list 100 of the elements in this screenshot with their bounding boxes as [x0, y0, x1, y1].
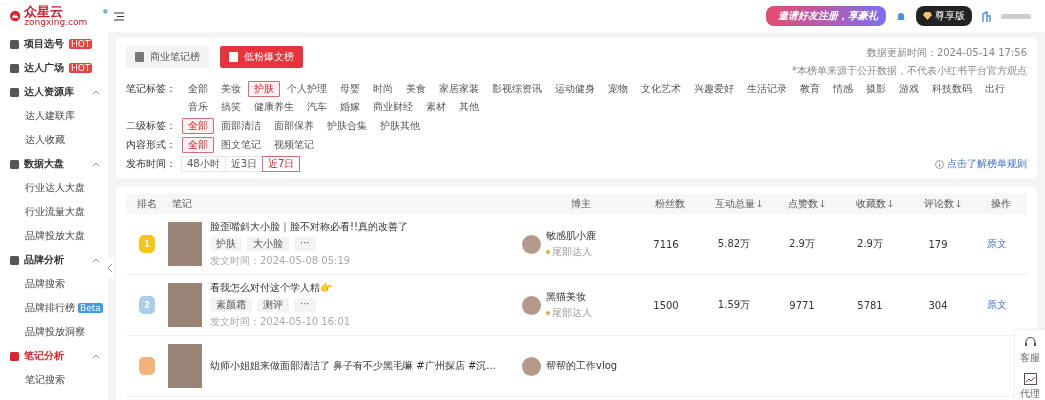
filter-option[interactable]: 婚嫁 [334, 99, 366, 115]
column-header[interactable]: 评论数 [923, 197, 961, 211]
vip-button[interactable]: 尊享版 [916, 6, 972, 26]
filter-option[interactable]: 素材 [420, 99, 452, 115]
menu-icon[interactable] [114, 11, 124, 21]
filter-option[interactable]: 时尚 [367, 81, 399, 97]
filter-option[interactable]: 护肤其他 [374, 118, 426, 134]
hot-badge: HOT [69, 39, 93, 49]
disclaimer-text: *本榜单来源于公开数据，不代表小红书平台官方观点 [792, 64, 1027, 78]
filter-option[interactable]: 家居家装 [433, 81, 485, 97]
filter-option[interactable]: 48小时 [181, 156, 226, 172]
column-header[interactable]: 排名 [137, 197, 157, 211]
sidebar-subitem[interactable]: 品牌排行榜 [25, 301, 75, 315]
column-header[interactable]: 操作 [991, 197, 1011, 211]
filter-option[interactable]: 个人护理 [281, 81, 333, 97]
filter-option[interactable]: 母婴 [334, 81, 366, 97]
source-link[interactable]: 原文 [987, 237, 1007, 251]
note-title[interactable]: 幼师小姐姐来做面部清洁了 鼻子有不少黑毛嘛 #广州探店 #沉... [210, 359, 496, 373]
note-title[interactable]: 看我怎么对付这个学人精👉 [210, 281, 332, 295]
column-header[interactable]: 博主 [571, 197, 591, 211]
filter-option[interactable]: 运动健身 [549, 81, 601, 97]
building-icon[interactable] [982, 10, 991, 22]
diamond-icon [923, 12, 932, 20]
column-header[interactable]: 收藏数 [855, 197, 893, 211]
logo-name: 众星云 [24, 5, 64, 18]
filter-option[interactable]: 游戏 [893, 81, 925, 97]
column-header[interactable]: 粉丝数 [655, 197, 685, 211]
filter-option[interactable]: 汽车 [301, 99, 333, 115]
menu-item-icon [10, 87, 19, 97]
sidebar-subitem[interactable]: 行业达人大盘 [25, 181, 85, 195]
chart-icon[interactable] [1023, 373, 1037, 385]
sidebar-subitem[interactable]: 品牌投放洞察 [25, 325, 85, 339]
sidebar-item[interactable]: 达人资源库 [0, 80, 108, 104]
sidebar-subitem[interactable]: 达人收藏 [25, 133, 65, 147]
sort-icon[interactable] [887, 200, 893, 208]
filter-option[interactable]: 商业财经 [367, 99, 419, 115]
filter-option[interactable]: 视频笔记 [268, 137, 320, 153]
bell-icon[interactable] [896, 10, 906, 22]
filter-option[interactable]: 生活记录 [741, 81, 793, 97]
filter-option[interactable]: 美妆 [215, 81, 247, 97]
collapse-icon[interactable] [106, 258, 114, 278]
filter-option[interactable]: 全部 [182, 118, 214, 134]
float-label[interactable]: 代理 [1020, 387, 1040, 400]
blogger-name[interactable]: 敏感肌小鹿 [546, 229, 596, 243]
sidebar-subitem[interactable]: 行业流量大盘 [25, 205, 85, 219]
filter-option[interactable]: 护肤合集 [321, 118, 373, 134]
filter-option[interactable]: 近7日 [262, 156, 301, 172]
sidebar-subitem[interactable]: 达人建联库 [25, 109, 75, 123]
filter-option[interactable]: 其他 [453, 99, 485, 115]
blogger-name[interactable]: 帮帮的工作vlog [546, 359, 618, 373]
sidebar-subitem[interactable]: 品牌搜索 [25, 277, 65, 291]
filter-option[interactable]: 情感 [827, 81, 859, 97]
note-tag: 素颜霜 [210, 298, 252, 312]
filter-option[interactable]: 影视综资讯 [486, 81, 548, 97]
filter-option[interactable]: 全部 [182, 81, 214, 97]
filter-option[interactable]: 音乐 [182, 99, 214, 115]
filter-option[interactable]: 搞笑 [215, 99, 247, 115]
sidebar-item[interactable]: 项目选号 HOT [0, 32, 108, 56]
tab-icon [229, 52, 238, 62]
column-header[interactable]: 互动总量 [714, 197, 762, 211]
board-tab[interactable]: 商业笔记榜 [126, 46, 209, 68]
filter-option[interactable]: 文化艺术 [635, 81, 687, 97]
sidebar-item[interactable]: 品牌分析 [0, 248, 108, 272]
float-label[interactable]: 客服 [1020, 351, 1040, 365]
filter-option[interactable]: 图文笔记 [215, 137, 267, 153]
sidebar-item[interactable]: 达人广场 HOT [0, 56, 108, 80]
filter-option[interactable]: 护肤 [248, 81, 280, 97]
filter-option[interactable]: 全部 [182, 137, 214, 153]
filter-option[interactable]: 教育 [794, 81, 826, 97]
avatar-placeholder [522, 234, 541, 254]
filter-option[interactable]: 出行 [979, 81, 1011, 97]
filter-option[interactable]: 近3日 [224, 156, 264, 172]
filter-option[interactable]: 面部清洁 [215, 118, 267, 134]
column-header[interactable]: 点赞数 [787, 197, 825, 211]
rules-link[interactable]: 点击了解榜单规则 [947, 157, 1027, 171]
sidebar-item[interactable]: 数据大盘 [0, 152, 108, 176]
filter-option[interactable]: 宠物 [602, 81, 634, 97]
sidebar-subitem[interactable]: 笔记搜索 [25, 373, 65, 387]
hot-badge: HOT [69, 63, 93, 73]
chevron-icon [92, 161, 100, 167]
source-link[interactable]: 原文 [987, 298, 1007, 312]
filter-option[interactable]: 面部保养 [268, 118, 320, 134]
filter-option[interactable]: 美食 [400, 81, 432, 97]
sort-icon[interactable] [819, 200, 825, 208]
board-tab[interactable]: 低粉爆文榜 [220, 46, 303, 68]
blogger-name[interactable]: 黑猫美妆 [546, 290, 592, 304]
filter-option[interactable]: 科技数码 [926, 81, 978, 97]
globe-icon[interactable] [103, 6, 108, 17]
note-title[interactable]: 脸歪嘴斜大小脸｜脸不对称必看!!真的改善了 [210, 220, 409, 234]
filter-option[interactable]: 健康养生 [248, 99, 300, 115]
sort-icon[interactable] [955, 200, 961, 208]
chevron-icon [92, 89, 100, 95]
headset-icon[interactable] [1023, 336, 1037, 349]
promo-banner[interactable]: 邀请好友注册，享豪礼 [766, 6, 886, 26]
sidebar-subitem[interactable]: 品牌投放大盘 [25, 229, 85, 243]
filter-option[interactable]: 兴趣爱好 [688, 81, 740, 97]
filter-option[interactable]: 摄影 [860, 81, 892, 97]
sort-icon[interactable] [756, 200, 762, 208]
sidebar-item[interactable]: 笔记分析 [0, 344, 108, 368]
column-header[interactable]: 笔记 [172, 197, 192, 211]
